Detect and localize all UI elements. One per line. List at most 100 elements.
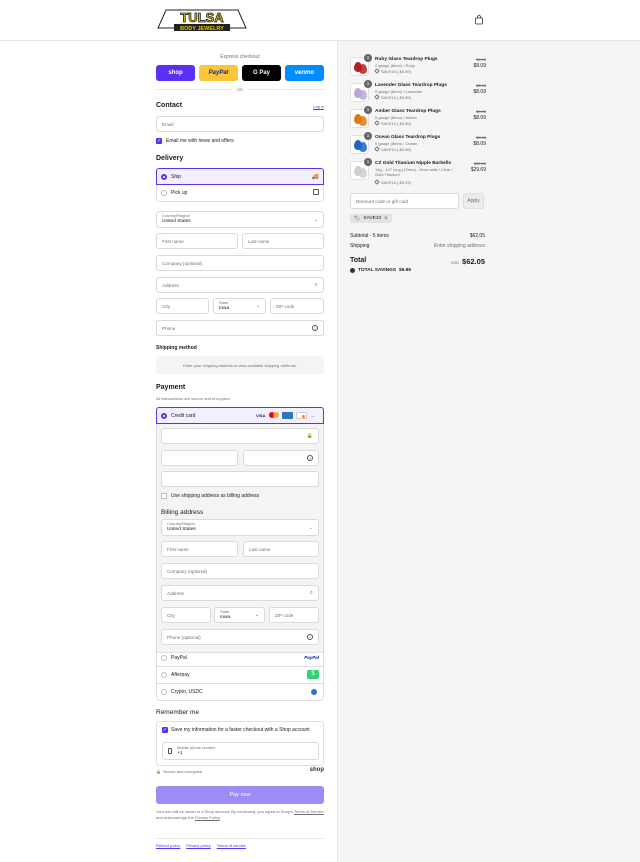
credit-card-option[interactable]: Credit card VISA →	[156, 407, 324, 424]
discount-placeholder: Discount code or gift card	[356, 198, 409, 204]
billing-last-name-placeholder: Last name	[249, 546, 271, 552]
expiration-field[interactable]	[161, 450, 238, 466]
first-name-field[interactable]: First name	[156, 233, 238, 249]
billing-company-field[interactable]: Company (optional)	[161, 563, 319, 579]
tulsa-body-jewelry-logo[interactable]: TULSA BODY JEWELRY	[156, 8, 248, 32]
save-info-checkbox[interactable]: ✓	[162, 727, 168, 733]
security-code-field[interactable]: ?	[243, 450, 319, 466]
zip-field[interactable]: ZIP code	[270, 298, 324, 314]
product-image: 1	[350, 54, 372, 76]
pickup-radio[interactable]	[161, 190, 167, 196]
legal-text-2: and acknowledge the	[156, 815, 194, 821]
privacy-link[interactable]: Privacy Policy	[195, 815, 220, 820]
billing-address-placeholder: Address	[167, 590, 184, 596]
tag-icon	[374, 179, 380, 185]
venmo-button[interactable]: venmo	[285, 65, 324, 81]
discounted-price: $29.69	[470, 167, 486, 173]
billing-address-field[interactable]: Address ⌕	[161, 585, 319, 601]
terms-link[interactable]: Terms of Service	[294, 809, 324, 814]
name-on-card-field[interactable]	[161, 471, 319, 487]
product-image: 1	[350, 80, 372, 102]
card-number-field[interactable]: 🔒	[161, 428, 319, 444]
news-checkbox[interactable]: ✓	[156, 138, 162, 144]
payment-subtitle: All transactions are secure and encrypte…	[156, 396, 231, 401]
pickup-label: Pick up	[171, 190, 188, 196]
tag-icon	[374, 94, 380, 100]
search-icon: ⌕	[314, 281, 318, 288]
city-field[interactable]: City	[156, 298, 209, 314]
total-value: $62.05	[462, 257, 485, 266]
afterpay-option[interactable]: Afterpay $	[157, 667, 323, 684]
product-image: 1	[350, 132, 372, 154]
original-price: $8.98	[475, 83, 486, 88]
product-discount: SAVE10 (-$3.29)	[381, 180, 411, 185]
address-placeholder: Address	[162, 282, 179, 288]
ship-radio[interactable]	[161, 174, 167, 180]
product-image: 1	[350, 106, 372, 128]
state-select[interactable]: State Iowa ⌄	[213, 298, 266, 314]
paypal-radio[interactable]	[161, 655, 167, 661]
help-icon[interactable]: ?	[312, 325, 318, 331]
billing-country-value: United States	[167, 527, 196, 533]
paypal-button[interactable]: PayPal	[199, 65, 238, 81]
site-header: TULSA BODY JEWELRY	[0, 0, 640, 41]
company-field[interactable]: Company (optional)	[156, 255, 324, 271]
product-title: Ruby Glass Teardrop Plugs	[375, 57, 438, 62]
terms-of-service-link[interactable]: Terms of service	[217, 843, 246, 848]
crypto-option[interactable]: Crypto, USDC	[157, 684, 323, 701]
phone-field[interactable]: Phone?	[156, 320, 324, 336]
original-price: $32.98	[473, 161, 486, 166]
apply-button[interactable]: Apply	[463, 193, 484, 209]
or-label: OR	[232, 87, 248, 92]
contact-heading: Contact	[156, 102, 183, 109]
tag-icon	[374, 146, 380, 152]
remove-discount-icon[interactable]: ×	[384, 216, 388, 222]
billing-country-select[interactable]: Country/Region United States ⌄	[161, 519, 319, 536]
billing-zip-field[interactable]: ZIP code	[269, 607, 319, 623]
privacy-policy-link[interactable]: Privacy policy	[186, 843, 210, 848]
card-brands: VISA →	[256, 412, 315, 419]
billing-zip-placeholder: ZIP code	[275, 612, 294, 618]
pay-now-button[interactable]: Pay now	[156, 786, 324, 804]
help-icon[interactable]: ?	[307, 634, 313, 640]
billing-phone-field[interactable]: Phone (optional)?	[161, 629, 319, 645]
pickup-option[interactable]: Pick up	[156, 185, 324, 202]
refund-policy-link[interactable]: Refund policy	[156, 843, 180, 848]
product-title: Ocean Glass Teardrop Plugs	[375, 135, 441, 140]
last-name-field[interactable]: Last name	[242, 233, 324, 249]
total-savings: TOTAL SAVINGS $6.85	[350, 268, 411, 273]
email-field[interactable]: Email	[156, 116, 324, 132]
afterpay-radio[interactable]	[161, 672, 167, 678]
paypal-option[interactable]: PayPal PayPal	[157, 650, 323, 667]
credit-card-radio[interactable]	[161, 413, 167, 419]
country-select[interactable]: Country/Region United States ⌄	[156, 211, 324, 228]
usdc-icon	[311, 689, 317, 695]
subtotal-value: $62.05	[469, 233, 485, 239]
login-link[interactable]: Log in	[313, 104, 324, 109]
billing-city-field[interactable]: City	[161, 607, 211, 623]
billing-first-name-field[interactable]: First name	[161, 541, 238, 557]
use-shipping-checkbox[interactable]	[161, 493, 167, 499]
billing-state-select[interactable]: State Iowa ⌄	[214, 607, 265, 623]
original-price: $8.98	[475, 135, 486, 140]
news-label: Email me with news and offers	[166, 138, 234, 144]
subtotal-label: Subtotal · 5 items	[350, 233, 389, 239]
discount-input[interactable]: Discount code or gift card	[350, 193, 459, 209]
help-icon[interactable]: ?	[307, 455, 313, 461]
tag-icon	[374, 68, 380, 74]
ship-option[interactable]: Ship 🚚	[156, 168, 324, 185]
state-value: Iowa	[219, 305, 230, 311]
paypal-logo-icon: PayPal	[304, 655, 319, 660]
product-discount: SAVE10 (-$0.89)	[381, 69, 411, 74]
shop-pay-button[interactable]: shop	[156, 65, 195, 81]
discover-icon	[296, 412, 307, 419]
shopping-bag-icon[interactable]	[474, 15, 484, 25]
total-amount: USD $62.05	[451, 257, 485, 266]
phone-icon	[168, 748, 172, 754]
mobile-phone-field[interactable]: Mobile phone number +1	[162, 742, 319, 760]
shipping-method-note: Enter your shipping address to view avai…	[156, 356, 324, 374]
google-pay-button[interactable]: G Pay	[242, 65, 281, 81]
crypto-radio[interactable]	[161, 689, 167, 695]
billing-last-name-field[interactable]: Last name	[243, 541, 319, 557]
address-field[interactable]: Address ⌕	[156, 277, 324, 293]
